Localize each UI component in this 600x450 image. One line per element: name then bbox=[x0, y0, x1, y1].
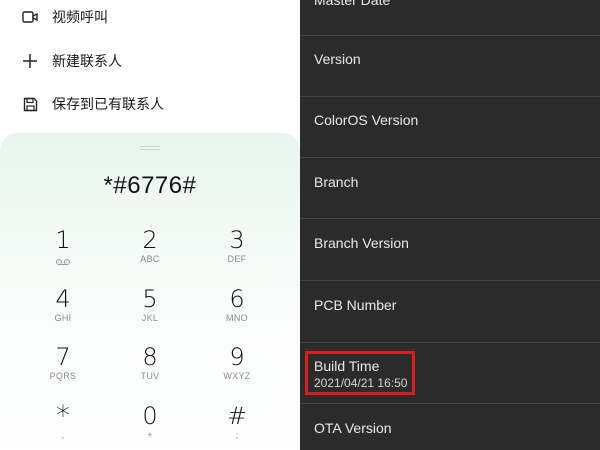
key-letters: , bbox=[61, 430, 65, 440]
key-letters: JKL bbox=[141, 313, 159, 323]
menu-item-save-to-contact[interactable]: 保存到已有联系人 bbox=[0, 84, 300, 124]
menu-item-label: 视频呼叫 bbox=[52, 10, 108, 26]
key-digit: 4 bbox=[55, 285, 71, 313]
info-row-version[interactable]: Version bbox=[300, 36, 600, 97]
build-time-highlight-box bbox=[305, 351, 415, 395]
dial-key-4[interactable]: 4 GHI bbox=[28, 286, 98, 336]
key-digit: 9 bbox=[229, 343, 245, 371]
info-row-ota-version[interactable]: OTA Version bbox=[300, 404, 600, 450]
key-digit: 8 bbox=[142, 343, 158, 371]
key-digit: 7 bbox=[55, 343, 71, 371]
key-letters: TUV bbox=[140, 371, 160, 381]
key-digit: # bbox=[226, 402, 248, 430]
dialed-number: *#6776# bbox=[103, 172, 197, 199]
key-letters: DEF bbox=[227, 254, 247, 264]
dial-key-7[interactable]: 7 PQRS bbox=[28, 344, 98, 394]
key-letters: WXYZ bbox=[223, 371, 251, 381]
menu-item-label: 保存到已有联系人 bbox=[52, 97, 164, 113]
save-icon bbox=[22, 96, 38, 112]
info-row-label: Branch bbox=[314, 174, 359, 190]
key-letters: PQRS bbox=[49, 371, 77, 381]
info-row-label: Version bbox=[314, 51, 361, 67]
info-row-label: Master Date bbox=[314, 0, 391, 8]
info-row-label: OTA Version bbox=[314, 420, 392, 436]
drag-handle[interactable] bbox=[140, 146, 160, 150]
dial-key-hash[interactable]: # ; bbox=[202, 403, 272, 450]
dial-key-6[interactable]: 6 MNO bbox=[202, 286, 272, 336]
key-letters: ; bbox=[235, 430, 239, 440]
dial-key-0[interactable]: 0 + bbox=[115, 403, 185, 450]
dial-key-5[interactable]: 5 JKL bbox=[115, 286, 185, 336]
video-call-icon bbox=[22, 9, 38, 25]
voicemail-icon bbox=[28, 253, 98, 265]
key-digit: 3 bbox=[229, 226, 245, 254]
info-row-pcb-number[interactable]: PCB Number bbox=[300, 281, 600, 343]
key-letters: + bbox=[147, 430, 153, 440]
info-row-branch-version[interactable]: Branch Version bbox=[300, 219, 600, 281]
dial-key-star[interactable]: * , bbox=[28, 399, 98, 450]
dial-key-3[interactable]: 3 DEF bbox=[202, 227, 272, 277]
key-digit: 0 bbox=[142, 402, 158, 430]
info-row-branch[interactable]: Branch bbox=[300, 158, 600, 219]
key-digit: 6 bbox=[229, 285, 245, 313]
key-digit: 2 bbox=[142, 226, 158, 254]
dial-key-8[interactable]: 8 TUV bbox=[115, 344, 185, 394]
menu-item-label: 新建联系人 bbox=[52, 54, 122, 70]
menu-item-new-contact[interactable]: 新建联系人 bbox=[0, 41, 300, 81]
key-letters: ABC bbox=[140, 254, 160, 264]
dial-key-9[interactable]: 9 WXYZ bbox=[202, 344, 272, 394]
key-letters: MNO bbox=[226, 313, 248, 323]
info-row-master-date[interactable]: Master Date bbox=[300, 0, 600, 36]
info-row-label: PCB Number bbox=[314, 297, 397, 313]
key-letters: GHI bbox=[54, 313, 72, 323]
info-row-label: ColorOS Version bbox=[314, 112, 419, 128]
key-digit: 5 bbox=[142, 285, 158, 313]
info-row-coloros-version[interactable]: ColorOS Version bbox=[300, 97, 600, 158]
menu-item-video-call[interactable]: 视频呼叫 bbox=[0, 0, 300, 37]
key-digit: * bbox=[56, 399, 70, 432]
dial-key-1[interactable]: 1 bbox=[28, 227, 98, 277]
dialer-panel: 视频呼叫 新建联系人 保存到已有联系人 *#6776# 1 2 ABC 3 DE… bbox=[0, 0, 300, 450]
dial-key-2[interactable]: 2 ABC bbox=[115, 227, 185, 277]
plus-icon bbox=[22, 53, 38, 69]
info-row-label: Branch Version bbox=[314, 235, 409, 251]
key-digit: 1 bbox=[55, 226, 71, 254]
